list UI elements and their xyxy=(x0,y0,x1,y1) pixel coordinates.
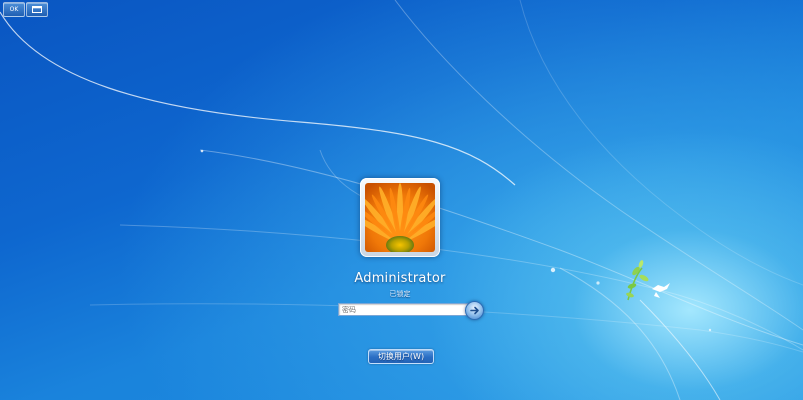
submit-button[interactable] xyxy=(465,301,484,320)
account-status: 已锁定 xyxy=(389,290,411,298)
avatar-picture xyxy=(365,183,435,252)
keyboard-layout-button[interactable]: OK xyxy=(3,2,25,17)
user-avatar xyxy=(360,178,440,257)
username-label: Administrator xyxy=(354,271,446,286)
keyboard-layout-label: OK xyxy=(9,5,19,13)
password-input[interactable] xyxy=(338,303,469,316)
lock-screen: OK Administrator 已锁定 切换用户(W) xyxy=(0,0,803,400)
window-switch-button[interactable] xyxy=(26,2,48,17)
orange-flower-icon xyxy=(365,183,435,252)
window-icon xyxy=(32,6,42,13)
arrow-right-icon xyxy=(469,306,479,315)
bird-branch-logo xyxy=(626,260,670,301)
switch-user-button[interactable]: 切换用户(W) xyxy=(368,349,434,364)
